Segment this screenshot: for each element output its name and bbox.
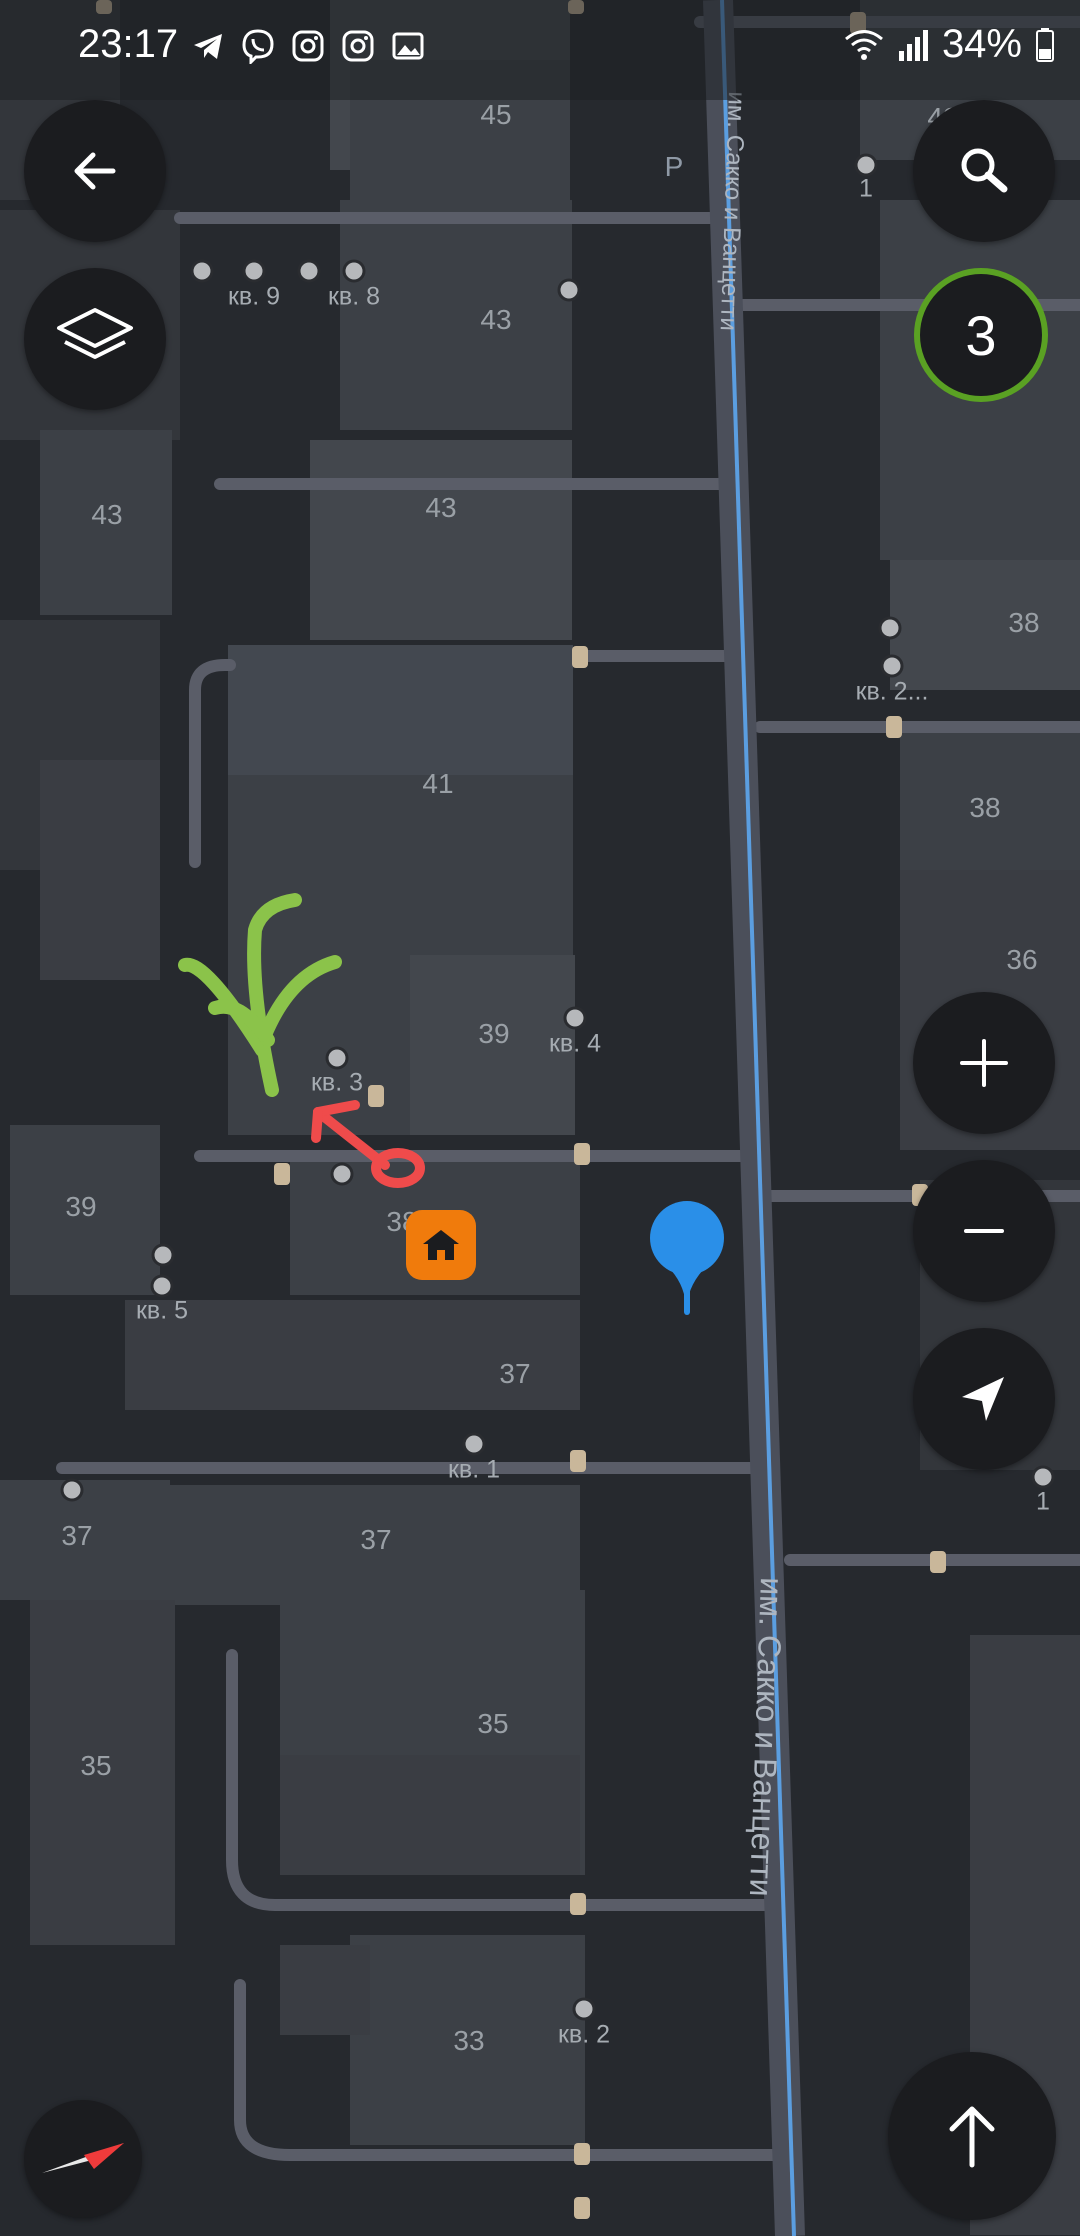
entrance-label: 1	[1036, 1487, 1050, 1516]
house-number: 38	[969, 792, 1001, 823]
zoom-in-button[interactable]	[913, 992, 1055, 1134]
house-number: 37	[61, 1520, 93, 1551]
house-number: 37	[360, 1524, 392, 1555]
house-number: 35	[80, 1750, 112, 1781]
entrance-label: кв. 9	[227, 282, 281, 311]
house-number: 37	[499, 1358, 531, 1389]
search-icon	[961, 148, 1008, 193]
house-number: 36	[1006, 944, 1038, 975]
house-number: 35	[477, 1708, 509, 1739]
house-number: 39	[65, 1191, 97, 1222]
compass-icon	[42, 2143, 124, 2173]
house-number: 33	[453, 2025, 485, 2056]
battery-icon	[1036, 27, 1054, 62]
battery-percent: 34%	[941, 22, 1022, 66]
back-button[interactable]	[24, 100, 166, 242]
parking-label: P	[664, 151, 684, 182]
search-button[interactable]	[913, 100, 1055, 242]
entrance-label: кв. 4	[548, 1029, 602, 1058]
status-time: 23:17	[78, 22, 179, 66]
gallery-icon	[392, 32, 424, 60]
house-number: 45	[480, 99, 512, 130]
layers-icon	[57, 308, 133, 359]
navigation-arrow-icon	[962, 1377, 1004, 1421]
house-number: 43	[91, 499, 123, 530]
viber-icon	[242, 29, 274, 64]
telegram-icon	[194, 34, 222, 59]
entrance-label: кв. 3	[310, 1068, 364, 1097]
plus-icon	[960, 1039, 1008, 1087]
entrance-label: кв. 1	[447, 1455, 501, 1484]
scroll-up-button[interactable]	[888, 2052, 1056, 2220]
arrow-left-icon	[74, 152, 116, 190]
wifi-icon	[844, 29, 883, 60]
entrance-label: 1	[859, 174, 873, 203]
notification-icons	[190, 28, 426, 64]
house-number: 39	[478, 1018, 510, 1049]
instagram-icon	[342, 30, 374, 62]
signal-icon	[898, 29, 928, 61]
locate-button[interactable]	[913, 1328, 1055, 1470]
entrance-label: кв. 8	[327, 282, 381, 311]
house-number: 43	[425, 492, 457, 523]
house-number: 41	[422, 768, 454, 799]
home-icon	[423, 1230, 459, 1260]
entrance-label: кв. 5	[135, 1296, 189, 1325]
zoom-out-button[interactable]	[913, 1160, 1055, 1302]
status-right: 34%	[844, 22, 1054, 67]
minus-icon	[964, 1229, 1004, 1233]
instagram-icon	[292, 30, 324, 62]
status-bar: 23:17 34%	[0, 0, 1080, 100]
arrow-up-icon	[949, 2106, 995, 2168]
house-number: 43	[480, 304, 512, 335]
counter-badge[interactable]: 3	[914, 268, 1048, 402]
layers-button[interactable]	[24, 268, 166, 410]
entrance-label: кв. 2	[557, 2020, 611, 2049]
compass-button[interactable]	[24, 2100, 142, 2218]
entrance-label: кв. 2...	[855, 677, 929, 706]
home-poi[interactable]	[406, 1210, 476, 1280]
house-number: 38	[1008, 607, 1040, 638]
